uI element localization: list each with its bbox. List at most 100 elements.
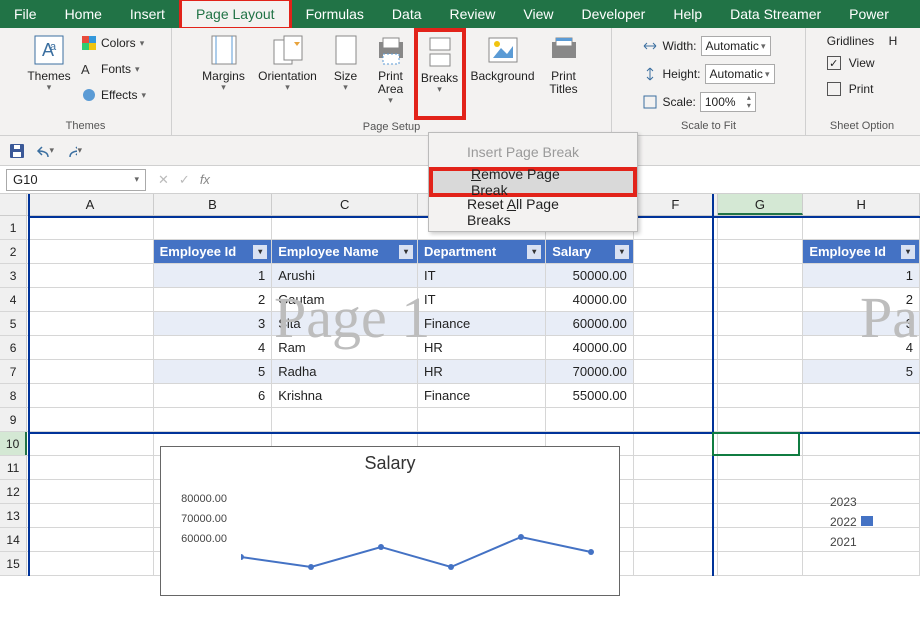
cell[interactable] [718, 312, 804, 335]
enter-formula-button[interactable]: ✓ [179, 172, 190, 188]
th-emp-name[interactable]: Employee Name▾ [272, 240, 418, 263]
cell[interactable] [803, 408, 920, 431]
reset-page-breaks-item[interactable]: Reset All Page Breaks [429, 197, 637, 227]
col-header-C[interactable]: C [272, 194, 418, 215]
orientation-button[interactable]: Orientation▾ [252, 30, 324, 114]
row-header[interactable]: 13 [0, 504, 27, 527]
width-select[interactable]: Automatic▾ [701, 36, 771, 56]
row-header[interactable]: 4 [0, 288, 27, 311]
cell[interactable]: 3 [154, 312, 273, 335]
cell[interactable]: IT [418, 288, 546, 311]
cell[interactable]: Gautam [272, 288, 418, 311]
cell[interactable] [718, 504, 804, 527]
cell[interactable] [718, 240, 804, 263]
row-header[interactable]: 2 [0, 240, 27, 263]
themes-button[interactable]: Aa Themes ▾ [21, 30, 77, 114]
filter-icon[interactable]: ▾ [901, 245, 915, 259]
row-header[interactable]: 1 [0, 216, 27, 239]
cell[interactable]: 4 [154, 336, 273, 359]
cell[interactable] [718, 216, 804, 239]
cell[interactable]: 40000.00 [546, 336, 634, 359]
cell[interactable] [803, 216, 920, 239]
cell[interactable]: 1 [154, 264, 273, 287]
cell[interactable]: 4 [803, 336, 920, 359]
tab-data[interactable]: Data [378, 0, 436, 28]
cell[interactable] [418, 408, 546, 431]
worksheet-grid[interactable]: A B C D E F G H 12Employee Id▾Employee N… [0, 194, 920, 576]
cancel-formula-button[interactable]: ✕ [158, 172, 169, 188]
cell[interactable] [803, 456, 920, 479]
cell[interactable]: Krishna [272, 384, 418, 407]
breaks-button[interactable]: Breaks▾ [414, 28, 466, 120]
gridlines-view-checkbox[interactable]: ✓View [827, 52, 875, 74]
print-titles-button[interactable]: Print Titles [540, 30, 588, 114]
cell[interactable] [634, 312, 718, 335]
cell[interactable] [27, 384, 153, 407]
name-box[interactable]: G10▾ [6, 169, 146, 191]
embedded-chart[interactable]: Salary 80000.00 70000.00 60000.00 [160, 446, 620, 596]
col-header-A[interactable]: A [27, 194, 153, 215]
cell[interactable] [634, 432, 718, 455]
cell[interactable] [718, 480, 804, 503]
save-button[interactable] [8, 142, 26, 160]
cell[interactable]: 2 [154, 288, 273, 311]
cell[interactable] [27, 288, 153, 311]
cell[interactable] [718, 264, 804, 287]
col-header-H[interactable]: H [803, 194, 920, 215]
th-dept[interactable]: Department▾ [418, 240, 546, 263]
cell[interactable] [803, 552, 920, 575]
cell[interactable] [27, 408, 153, 431]
cell[interactable] [546, 408, 634, 431]
cell[interactable] [634, 240, 718, 263]
cell[interactable] [634, 480, 718, 503]
cell[interactable] [27, 456, 153, 479]
tab-file[interactable]: File [0, 0, 51, 28]
cell[interactable]: Arushi [272, 264, 418, 287]
col-header-G[interactable]: G [718, 194, 804, 215]
size-button[interactable]: Size▾ [324, 30, 368, 114]
cell[interactable]: 3 [803, 312, 920, 335]
cell[interactable] [718, 456, 804, 479]
cell[interactable] [718, 408, 804, 431]
tab-data-streamer[interactable]: Data Streamer [716, 0, 835, 28]
row-header[interactable]: 7 [0, 360, 27, 383]
cell[interactable] [718, 528, 804, 551]
tab-formulas[interactable]: Formulas [292, 0, 378, 28]
undo-button[interactable]: ▾ [36, 142, 54, 160]
cell[interactable] [634, 288, 718, 311]
gridlines-print-checkbox[interactable]: Print [827, 78, 875, 100]
tab-home[interactable]: Home [51, 0, 116, 28]
cell[interactable]: Finance [418, 384, 546, 407]
cell[interactable] [27, 336, 153, 359]
remove-page-break-item[interactable]: Remove Page Break [429, 167, 637, 197]
cell[interactable]: 5 [154, 360, 273, 383]
row-header[interactable]: 14 [0, 528, 27, 551]
cell[interactable] [272, 216, 418, 239]
margins-button[interactable]: Margins▾ [196, 30, 252, 114]
tab-review[interactable]: Review [436, 0, 510, 28]
height-select[interactable]: Automatic▾ [705, 64, 775, 84]
cell[interactable]: 40000.00 [546, 288, 634, 311]
cell[interactable]: 70000.00 [546, 360, 634, 383]
cell[interactable] [634, 264, 718, 287]
fonts-button[interactable]: A Fonts▾ [77, 58, 150, 80]
cell[interactable] [27, 216, 153, 239]
row-header[interactable]: 11 [0, 456, 27, 479]
cell[interactable]: 50000.00 [546, 264, 634, 287]
cell[interactable] [718, 288, 804, 311]
cell[interactable]: Finance [418, 312, 546, 335]
col-header-F[interactable]: F [634, 194, 718, 215]
cell[interactable]: 60000.00 [546, 312, 634, 335]
cell[interactable]: 6 [154, 384, 273, 407]
cell[interactable] [634, 408, 718, 431]
tab-view[interactable]: View [509, 0, 567, 28]
cell[interactable] [27, 528, 153, 551]
cell[interactable] [27, 432, 153, 455]
cell[interactable] [27, 552, 153, 575]
scale-spinner[interactable]: 100%▴▾ [700, 92, 756, 112]
background-button[interactable]: Background [466, 30, 540, 114]
effects-button[interactable]: Effects▾ [77, 84, 150, 106]
tab-insert[interactable]: Insert [116, 0, 179, 28]
filter-icon[interactable]: ▾ [399, 245, 413, 259]
cell[interactable] [154, 216, 273, 239]
